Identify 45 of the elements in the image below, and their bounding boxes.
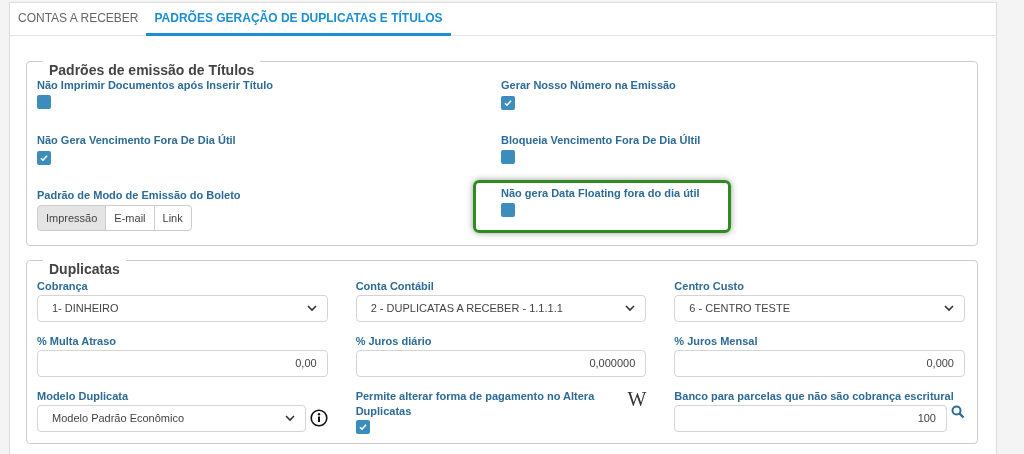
input-field[interactable]: 0,000000 — [355, 349, 647, 377]
option-label: Bloqueia Vencimento Fora De Dia Últil — [501, 133, 702, 148]
checkbox[interactable] — [355, 420, 370, 435]
input-field[interactable]: 0,00 — [37, 349, 328, 377]
field-label: Centro Custo — [674, 279, 745, 294]
mode-button[interactable]: Link — [153, 204, 192, 232]
field-label: % Juros diário — [355, 333, 433, 349]
check-icon — [39, 152, 49, 163]
panel-legend: Duplicatas — [43, 260, 126, 278]
checkbox[interactable] — [37, 150, 51, 165]
option-label: Gerar Nosso Número na Emissão — [501, 78, 677, 93]
select-field[interactable]: 6 - CENTRO TESTE — [674, 294, 965, 322]
option-label: Não gera Data Floating fora do dia útil — [501, 186, 701, 201]
checkbox[interactable] — [501, 202, 515, 217]
check-icon — [503, 97, 513, 108]
check-icon — [357, 422, 368, 433]
mode-button[interactable]: E-mail — [105, 204, 155, 232]
checkbox[interactable] — [501, 149, 515, 164]
search-icon[interactable] — [951, 404, 965, 419]
select-field[interactable]: 2 - DUPLICATAS A RECEBER - 1.1.1.1 — [355, 294, 647, 322]
mode-button[interactable]: Impressão — [37, 204, 107, 232]
tab[interactable]: PADRÕES GERAÇÃO DE DUPLICATAS E TÍTULOS — [146, 3, 451, 36]
select-field[interactable]: 1- DINHEIRO — [37, 294, 328, 322]
checkbox[interactable] — [501, 95, 515, 110]
checkbox[interactable] — [37, 94, 51, 109]
field-label: % Juros Mensal — [674, 333, 759, 349]
chevron-down-icon — [284, 414, 295, 423]
option-label: Padrão de Modo de Emissão do Boleto — [37, 188, 242, 203]
input-field[interactable]: 0,000 — [674, 349, 965, 377]
chevron-down-icon — [944, 304, 954, 313]
info-icon[interactable] — [309, 409, 328, 428]
w-letter-icon[interactable]: W — [627, 388, 647, 420]
select-field[interactable]: Modelo Padrão Econômico — [37, 404, 306, 432]
input-field[interactable]: 100 — [674, 404, 947, 432]
field-label: Conta Contábil — [355, 279, 435, 294]
field-label: Banco para parcelas que não são cobrança escritural — [674, 388, 955, 404]
chevron-down-icon — [625, 304, 636, 313]
option-label: Não Gera Vencimento Fora De Dia Útil — [37, 133, 237, 148]
field-label: Permite alterar forma de pagamento no Altera Duplicatas — [355, 388, 596, 419]
field-label: Cobrança — [37, 279, 89, 294]
field-label: % Multa Atraso — [37, 333, 118, 349]
chevron-down-icon — [306, 304, 317, 313]
option-label: Não Imprimir Documentos após Inserir Título — [37, 78, 274, 93]
tab[interactable]: CONTAS A RECEBER — [10, 3, 147, 36]
field-label: Modelo Duplicata — [37, 388, 130, 404]
